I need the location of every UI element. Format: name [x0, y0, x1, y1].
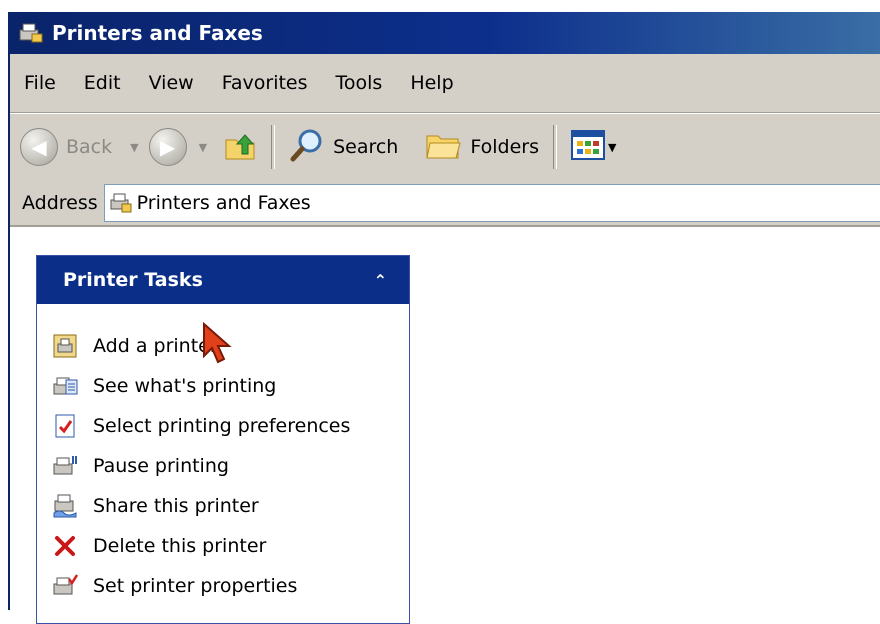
menu-tools[interactable]: Tools [322, 66, 397, 100]
up-folder-button[interactable] [217, 123, 263, 171]
forward-button[interactable]: ▶ [148, 123, 187, 171]
search-icon [289, 127, 325, 168]
menu-bar: File Edit View Favorites Tools Help [10, 54, 880, 113]
menu-view[interactable]: View [135, 66, 208, 100]
views-icon [570, 129, 605, 165]
content-area: Printer Tasks ⌃ Add a printer See what's… [10, 227, 880, 624]
title-bar[interactable]: Printers and Faxes [10, 12, 880, 54]
collapse-chevron-icon[interactable]: ⌃ [374, 271, 387, 290]
add-printer-icon [51, 332, 79, 360]
address-label: Address [22, 191, 98, 214]
window-title: Printers and Faxes [52, 21, 263, 45]
toolbar-separator [271, 125, 276, 169]
task-label: See what's printing [93, 375, 277, 397]
address-field[interactable]: Printers and Faxes [103, 183, 880, 222]
printing-preferences-icon [51, 412, 79, 440]
task-label: Set printer properties [93, 575, 298, 597]
toolbar: ◀ Back ▼ ▶ ▼ Search Folders ▼ [10, 113, 880, 181]
task-delete-printer[interactable]: Delete this printer [37, 526, 409, 566]
printer-tasks-header[interactable]: Printer Tasks ⌃ [37, 256, 409, 304]
address-value: Printers and Faxes [136, 191, 311, 214]
task-label: Delete this printer [93, 535, 267, 557]
task-select-printing-preferences[interactable]: Select printing preferences [37, 406, 409, 446]
print-queue-icon [51, 372, 79, 400]
task-label: Pause printing [93, 455, 229, 477]
printers-folder-icon [105, 191, 137, 215]
printer-tasks-panel: Printer Tasks ⌃ Add a printer See what's… [36, 255, 410, 624]
up-folder-icon [223, 128, 257, 167]
back-label: Back [66, 136, 113, 158]
explorer-window: Printers and Faxes File Edit View Favori… [8, 12, 880, 624]
menu-file[interactable]: File [10, 66, 70, 100]
back-dropdown-icon[interactable]: ▼ [130, 141, 138, 154]
address-bar: Address Printers and Faxes [10, 180, 880, 227]
pause-printer-icon [51, 452, 79, 480]
menu-favorites[interactable]: Favorites [208, 66, 322, 100]
delete-icon [51, 532, 79, 560]
task-pause-printing[interactable]: Pause printing [37, 446, 409, 486]
menu-help[interactable]: Help [396, 66, 467, 100]
task-label: Add a printer [93, 335, 218, 357]
folders-button[interactable]: Folders [418, 123, 545, 171]
back-button[interactable]: ◀ Back [10, 123, 118, 171]
search-label: Search [333, 136, 399, 158]
task-label: Select printing preferences [93, 415, 351, 437]
views-button[interactable]: ▼ [565, 123, 622, 171]
toolbar-separator [552, 125, 557, 169]
views-dropdown-icon[interactable]: ▼ [608, 141, 616, 154]
forward-arrow-icon: ▶ [148, 128, 187, 166]
menu-edit[interactable]: Edit [70, 66, 135, 100]
share-printer-icon [51, 492, 79, 520]
forward-dropdown-icon[interactable]: ▼ [199, 141, 207, 154]
printer-tasks-title: Printer Tasks [63, 269, 203, 291]
mouse-pointer-icon [200, 321, 236, 373]
task-set-printer-properties[interactable]: Set printer properties [37, 566, 409, 606]
printers-folder-icon [16, 18, 46, 48]
task-label: Share this printer [93, 495, 259, 517]
printer-properties-icon [51, 572, 79, 600]
back-arrow-icon: ◀ [20, 128, 58, 166]
folders-icon [424, 128, 462, 167]
folders-label: Folders [470, 136, 539, 158]
task-share-printer[interactable]: Share this printer [37, 486, 409, 526]
search-button[interactable]: Search [283, 123, 404, 171]
